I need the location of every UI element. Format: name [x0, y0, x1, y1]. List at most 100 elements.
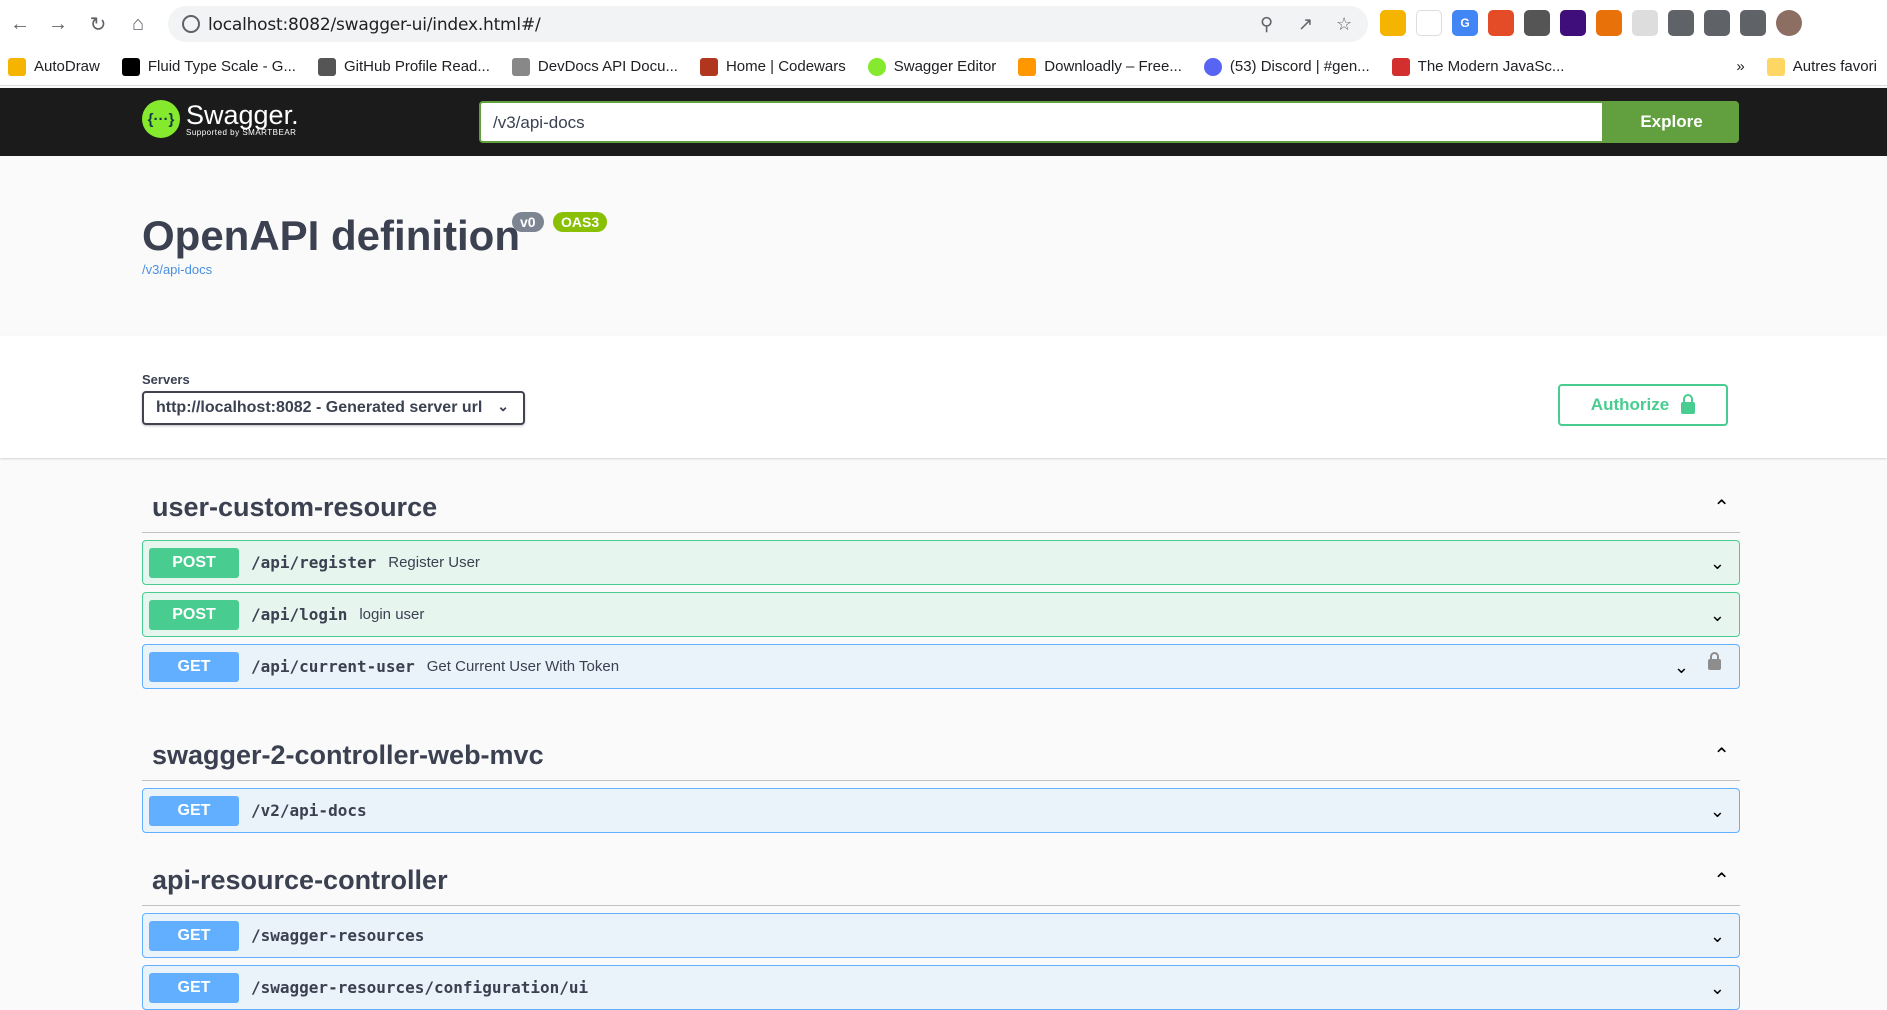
operation-row[interactable]: GET /swagger-resources ⌄	[142, 913, 1740, 958]
spec-url-input[interactable]: /v3/api-docs	[479, 101, 1604, 143]
chevron-down-icon[interactable]: ⌄	[1710, 926, 1725, 947]
folder-icon	[1766, 57, 1785, 76]
method-badge: GET	[149, 972, 239, 1003]
translate-icon[interactable]: G	[1452, 10, 1478, 36]
swagger-brand-sub: Supported by SMARTBEAR	[186, 127, 297, 137]
oas-badge: OAS3	[553, 212, 608, 232]
chevron-up-icon[interactable]: ⌃	[1713, 743, 1730, 768]
servers-label: Servers	[142, 372, 190, 387]
extension-icon[interactable]	[1380, 10, 1406, 36]
bookmark-item[interactable]: Downloadly – Free...	[1018, 57, 1182, 76]
extension-icon[interactable]	[1560, 10, 1586, 36]
address-url[interactable]: localhost:8082/swagger-ui/index.html#/	[208, 15, 541, 35]
chevron-down-icon[interactable]: ⌄	[1710, 605, 1725, 626]
operation-summary: Register User	[388, 554, 480, 571]
operation-path: /api/login	[251, 605, 348, 624]
extension-icon[interactable]	[1488, 10, 1514, 36]
puzzle-icon[interactable]	[1668, 10, 1694, 36]
method-badge: GET	[149, 795, 239, 826]
unlock-icon	[1681, 394, 1696, 414]
bookmark-icon	[1018, 57, 1037, 76]
chevron-down-icon: ⌄	[497, 398, 509, 414]
profile-avatar[interactable]	[1776, 10, 1802, 36]
tag-name: swagger-2-controller-web-mvc	[152, 740, 544, 770]
download-icon[interactable]	[1704, 10, 1730, 36]
chevron-up-icon[interactable]: ⌃	[1713, 495, 1730, 520]
reload-icon[interactable]: ↻	[86, 12, 110, 36]
bookmark-item[interactable]: GitHub Profile Read...	[317, 57, 490, 76]
operation-path: /api/current-user	[251, 657, 415, 676]
star-icon[interactable]: ☆	[1336, 14, 1352, 35]
api-info: OpenAPI definition v0 OAS3 /v3/api-docs	[0, 156, 1887, 336]
version-badge: v0	[512, 212, 544, 232]
back-icon[interactable]: ←	[8, 12, 32, 36]
bookmark-icon	[511, 57, 530, 76]
chevron-down-icon[interactable]: ⌄	[1710, 801, 1725, 822]
chevron-down-icon[interactable]: ⌄	[1674, 657, 1689, 678]
bookmark-icon	[867, 57, 886, 76]
bookmark-icon	[8, 57, 26, 76]
operation-row[interactable]: GET /v2/api-docs ⌄	[142, 788, 1740, 833]
operation-summary: login user	[359, 606, 425, 623]
swagger-logo[interactable]: {···} Swagger. Supported by SMARTBEAR	[142, 100, 299, 138]
operation-path: /v2/api-docs	[251, 801, 367, 820]
swagger-topbar: {···} Swagger. Supported by SMARTBEAR /v…	[0, 88, 1887, 156]
operation-row[interactable]: GET /swagger-resources/configuration/ui …	[142, 965, 1740, 1010]
bookmark-item[interactable]: (53) Discord | #gen...	[1203, 57, 1370, 76]
bookmark-item[interactable]: Fluid Type Scale - G...	[121, 57, 296, 76]
extension-icon[interactable]	[1632, 10, 1658, 36]
tag-section: swagger-2-controller-web-mvc ⌃ GET /v2/a…	[142, 731, 1740, 833]
bookmark-icon	[699, 57, 718, 76]
explore-button[interactable]: Explore	[1604, 101, 1739, 143]
side-panel-icon[interactable]	[1740, 10, 1766, 36]
chevron-down-icon[interactable]: ⌄	[1710, 978, 1725, 999]
tag-header[interactable]: swagger-2-controller-web-mvc ⌃	[142, 731, 1740, 781]
servers-select[interactable]: http://localhost:8082 - Generated server…	[142, 391, 525, 425]
authorize-button[interactable]: Authorize	[1558, 384, 1728, 426]
scheme-container: Servers http://localhost:8082 - Generate…	[0, 336, 1887, 458]
operation-summary: Get Current User With Token	[426, 658, 620, 675]
operation-row[interactable]: GET /api/current-user Get Current User W…	[142, 644, 1740, 689]
browser-toolbar: ← → ↻ ⌂ localhost:8082/swagger-ui/index.…	[0, 0, 1887, 48]
operation-row[interactable]: POST /api/login login user ⌄	[142, 592, 1740, 637]
swagger-brand: Swagger.	[186, 99, 299, 130]
method-badge: POST	[149, 599, 239, 630]
bookmark-item[interactable]: The Modern JavaSc...	[1391, 57, 1564, 76]
tag-section: user-custom-resource ⌃ POST /api/registe…	[142, 483, 1740, 689]
swagger-logo-icon: {···}	[142, 100, 180, 138]
extensions-bar: G	[1380, 10, 1802, 38]
tag-header[interactable]: user-custom-resource ⌃	[142, 483, 1740, 533]
spec-link[interactable]: /v3/api-docs	[142, 262, 212, 277]
bookmark-item[interactable]: AutoDraw	[8, 57, 100, 76]
chevron-down-icon[interactable]: ⌄	[1710, 553, 1725, 574]
page-title: OpenAPI definition	[142, 212, 520, 259]
operation-path: /api/register	[251, 553, 377, 572]
operation-row[interactable]: POST /api/register Register User ⌄	[142, 540, 1740, 585]
site-info-icon[interactable]	[182, 15, 200, 33]
method-badge: POST	[149, 547, 239, 578]
bookmarks-bar: AutoDraw Fluid Type Scale - G... GitHub …	[0, 48, 1887, 86]
address-bar[interactable]: localhost:8082/swagger-ui/index.html#/ ⚲…	[168, 6, 1368, 42]
chevron-up-icon[interactable]: ⌃	[1713, 868, 1730, 893]
more-bookmarks-button[interactable]: »	[1736, 58, 1744, 75]
other-bookmarks-folder[interactable]: Autres favori	[1766, 57, 1877, 76]
color-picker-icon[interactable]	[1524, 10, 1550, 36]
bookmark-icon	[1391, 57, 1410, 76]
tag-header[interactable]: api-resource-controller ⌃	[142, 856, 1740, 906]
bookmark-item[interactable]: Home | Codewars	[699, 57, 846, 76]
bookmark-item[interactable]: Swagger Editor	[867, 57, 996, 76]
bookmark-icon	[317, 57, 336, 76]
tag-name: user-custom-resource	[152, 492, 438, 522]
method-badge: GET	[149, 651, 239, 682]
method-badge: GET	[149, 920, 239, 951]
home-icon[interactable]: ⌂	[126, 12, 150, 36]
bookmark-item[interactable]: DevDocs API Docu...	[511, 57, 678, 76]
extension-icon[interactable]	[1416, 10, 1442, 36]
share-icon[interactable]: ↗	[1298, 14, 1313, 35]
forward-icon[interactable]: →	[46, 12, 70, 36]
extension-icon[interactable]	[1596, 10, 1622, 36]
lock-icon[interactable]	[1708, 652, 1721, 670]
tag-section: api-resource-controller ⌃ GET /swagger-r…	[142, 856, 1740, 1010]
bookmark-icon	[121, 57, 140, 76]
zoom-icon[interactable]: ⚲	[1260, 14, 1273, 35]
